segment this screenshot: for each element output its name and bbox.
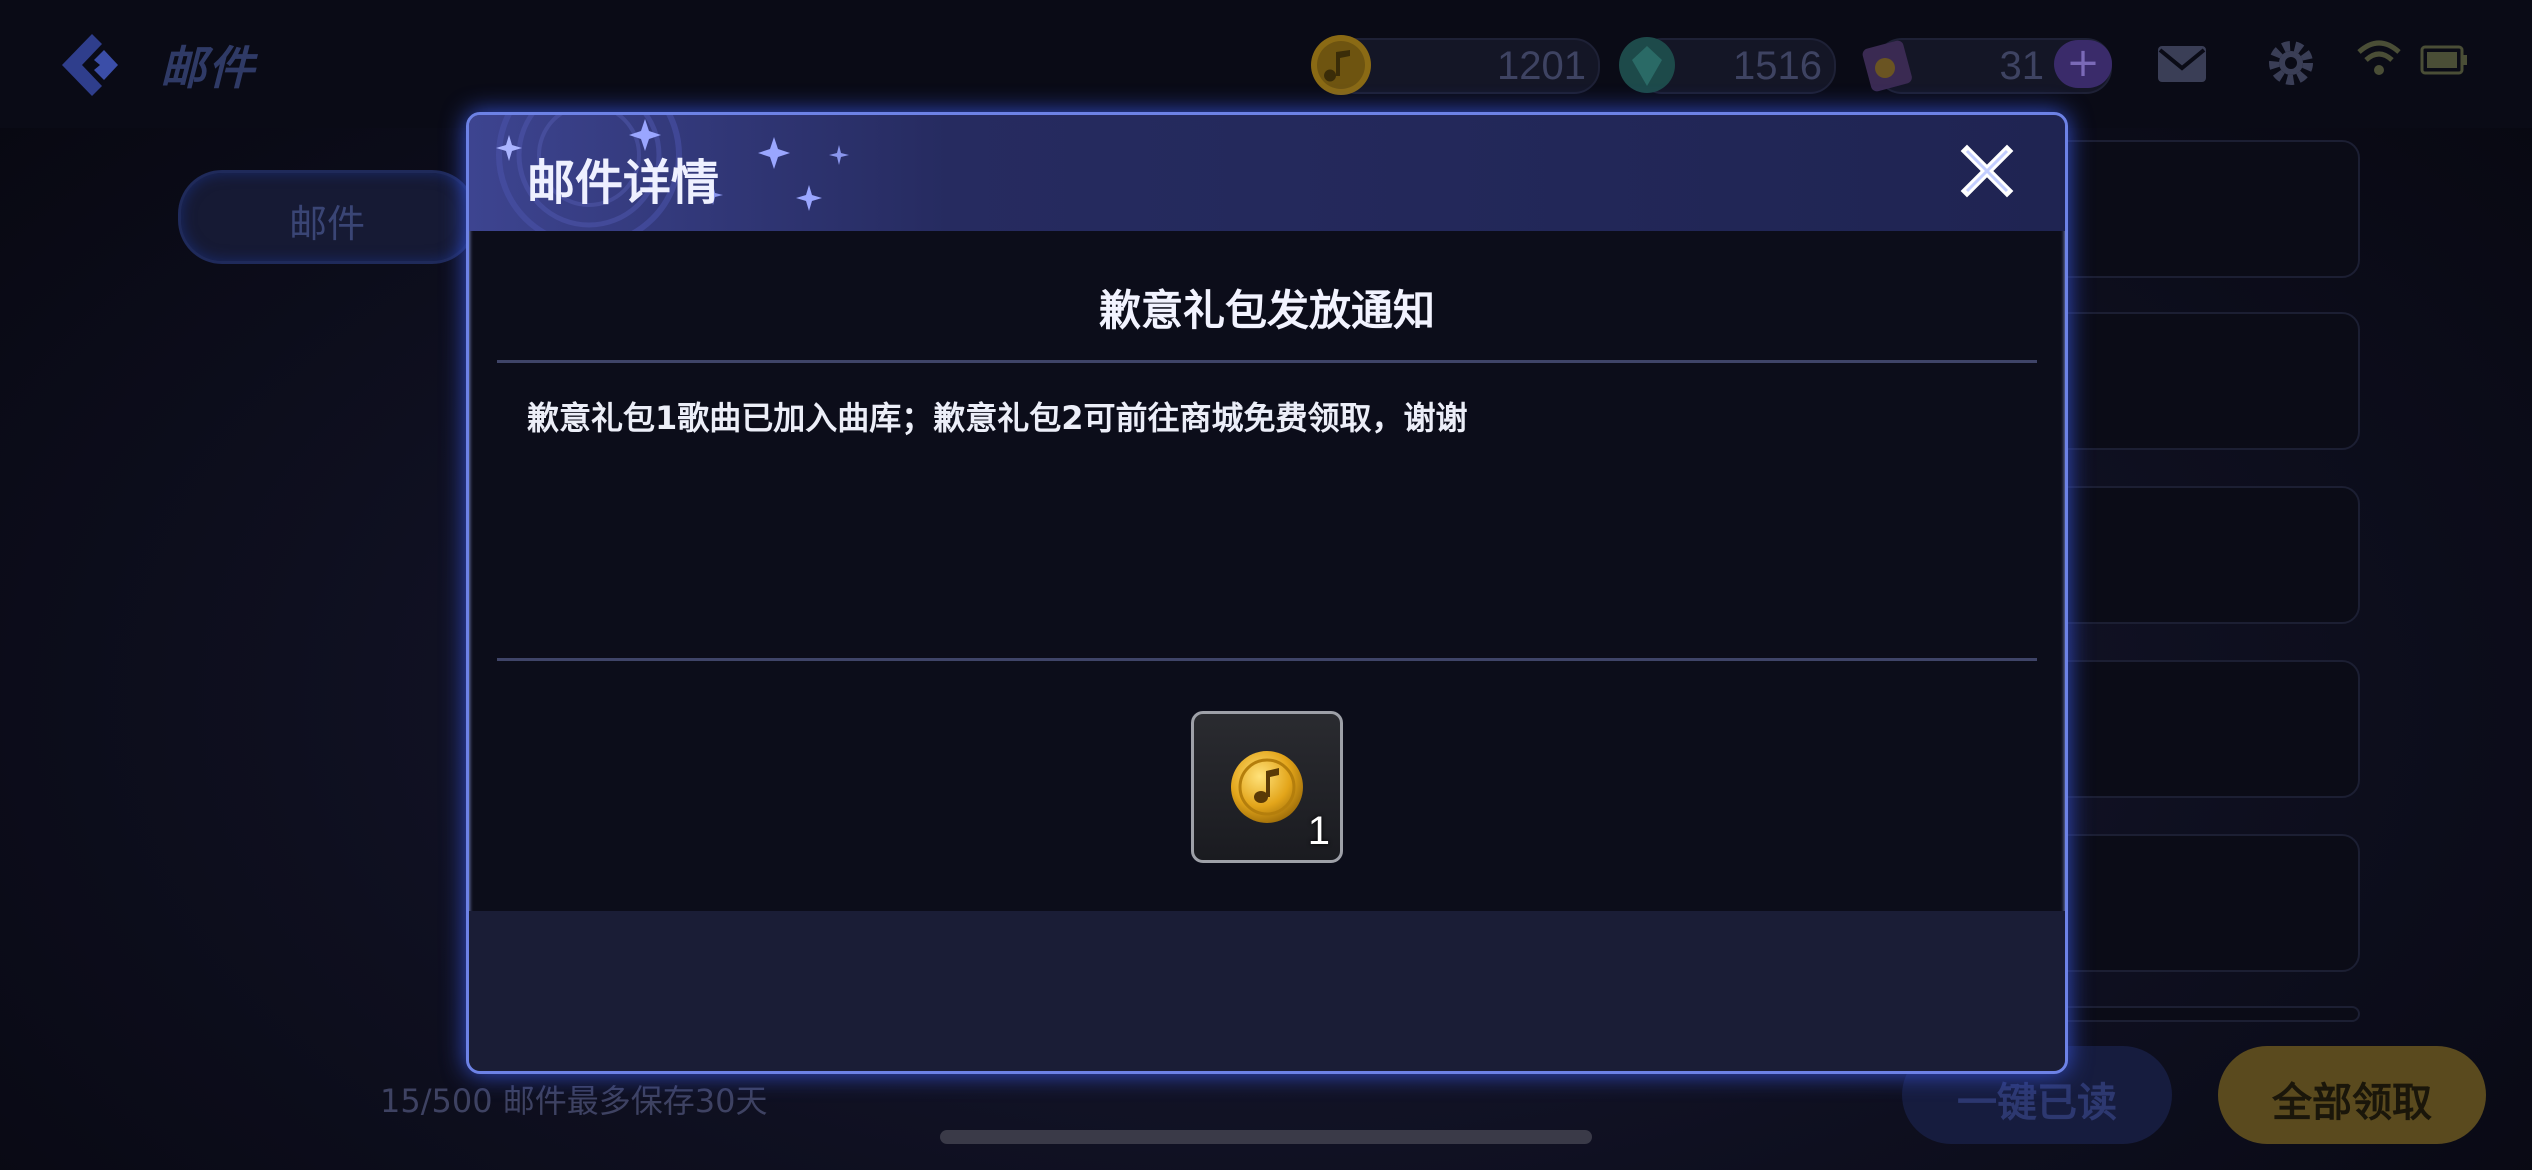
mail-body: 歉意礼包1歌曲已加入曲库；歉意礼包2可前往商城免费领取，谢谢 — [527, 399, 1468, 437]
list-item[interactable] — [2040, 834, 2360, 972]
gear-icon[interactable] — [2266, 38, 2316, 88]
dialog-title: 邮件详情 — [527, 155, 720, 211]
battery-icon — [2420, 45, 2467, 75]
top-bar: 邮件 1201 1516 31 + — [0, 0, 2532, 128]
coin-value: 1201 — [1497, 44, 1586, 88]
list-item[interactable] — [2040, 660, 2360, 798]
reward-count: 1 — [1307, 809, 1330, 853]
tab-mail-label: 邮件 — [288, 202, 365, 246]
gem-icon — [1619, 37, 1675, 93]
list-item[interactable] — [2040, 1006, 2360, 1022]
tab-mail[interactable]: 邮件 — [178, 170, 476, 264]
gem-counter: 1516 — [1619, 37, 1836, 94]
music-coin-icon — [1231, 751, 1303, 823]
add-ticket-button[interactable]: + — [2054, 40, 2112, 88]
divider — [497, 658, 2037, 661]
ticket-icon — [1862, 40, 1912, 92]
list-item[interactable] — [2040, 312, 2360, 450]
list-item[interactable] — [2040, 486, 2360, 624]
ticket-value: 31 — [1999, 44, 2045, 88]
list-item[interactable] — [2040, 140, 2360, 278]
reward-item[interactable]: 1 — [1191, 711, 1343, 863]
home-indicator[interactable] — [940, 1130, 1592, 1144]
back-icon[interactable] — [52, 28, 126, 102]
page-title: 邮件 — [160, 41, 256, 95]
mail-detail-dialog: 邮件详情 歉意礼包发放通知 歉意礼包1歌曲已加入曲库；歉意礼包2可前往商城免费领… — [466, 112, 2068, 1074]
claim-all-button[interactable]: 全部领取 — [2218, 1046, 2486, 1144]
ticket-counter: 31 + — [1862, 38, 2112, 94]
coin-counter: 1201 — [1311, 35, 1600, 95]
mail-capacity-info: 15/500 邮件最多保存30天 — [380, 1082, 768, 1120]
music-coin-icon — [1311, 35, 1371, 95]
dialog-header: 邮件详情 — [469, 115, 2065, 231]
divider — [497, 360, 2037, 363]
mail-icon[interactable] — [2156, 38, 2208, 90]
gem-value: 1516 — [1733, 44, 1822, 88]
claim-all-label: 全部领取 — [2272, 1080, 2432, 1126]
wifi-icon — [2357, 40, 2401, 75]
dialog-footer — [469, 911, 2065, 1071]
mail-subject: 歉意礼包发放通知 — [1098, 286, 1435, 335]
read-all-label: 一键已读 — [1957, 1080, 2117, 1126]
close-icon[interactable] — [1957, 141, 2017, 201]
